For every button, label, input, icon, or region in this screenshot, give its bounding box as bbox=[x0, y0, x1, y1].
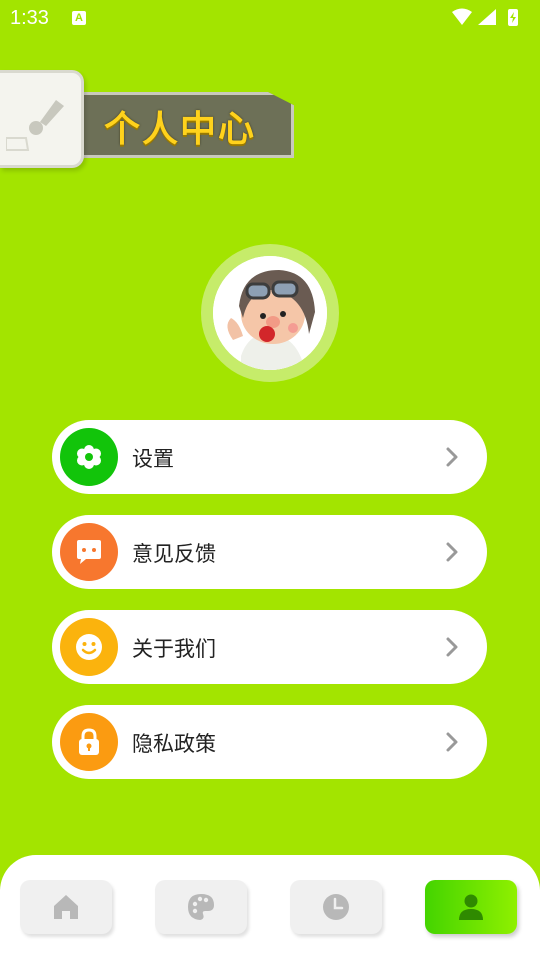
avatar[interactable] bbox=[213, 256, 327, 370]
status-bar: 1:33 A bbox=[0, 0, 540, 36]
person-icon bbox=[459, 894, 483, 920]
page-title: 个人中心 bbox=[104, 109, 257, 150]
wifi-icon bbox=[452, 8, 472, 25]
brush-icon bbox=[6, 100, 64, 151]
lock-icon bbox=[79, 728, 99, 755]
chevron-right-icon bbox=[446, 542, 458, 562]
signal-icon bbox=[478, 9, 496, 25]
menu-item-settings[interactable]: 设置 bbox=[52, 420, 487, 494]
nav-home-button[interactable] bbox=[20, 880, 112, 934]
palette-icon bbox=[188, 894, 214, 920]
smile-icon bbox=[76, 634, 102, 660]
chevron-right-icon bbox=[446, 637, 458, 657]
menu-item-label: 关于我们 bbox=[132, 637, 216, 661]
nav-palette-button[interactable] bbox=[155, 880, 247, 934]
feedback-icon-badge bbox=[60, 523, 118, 581]
chevron-right-icon bbox=[446, 732, 458, 752]
menu-item-feedback[interactable]: 意见反馈 bbox=[52, 515, 487, 589]
about-icon-badge bbox=[60, 618, 118, 676]
chat-bubble-icon bbox=[77, 540, 101, 564]
menu-item-privacy-policy[interactable]: 隐私政策 bbox=[52, 705, 487, 779]
menu-item-label: 意见反馈 bbox=[132, 542, 216, 566]
menu-item-about-us[interactable]: 关于我们 bbox=[52, 610, 487, 684]
bottom-nav bbox=[0, 855, 540, 960]
menu-item-label: 隐私政策 bbox=[132, 732, 216, 756]
system-status-icons bbox=[452, 8, 518, 26]
status-time: 1:33 bbox=[10, 7, 49, 29]
menu-item-label: 设置 bbox=[132, 447, 174, 471]
nav-profile-button[interactable] bbox=[425, 880, 517, 934]
privacy-icon-badge bbox=[60, 713, 118, 771]
nav-history-button[interactable] bbox=[290, 880, 382, 934]
notification-icon: A bbox=[72, 11, 86, 25]
clock-icon bbox=[323, 894, 349, 920]
gear-icon bbox=[77, 445, 101, 469]
pilot-character-avatar bbox=[213, 256, 327, 370]
home-icon bbox=[54, 895, 78, 919]
chevron-right-icon bbox=[446, 447, 458, 467]
settings-icon-badge bbox=[60, 428, 118, 486]
